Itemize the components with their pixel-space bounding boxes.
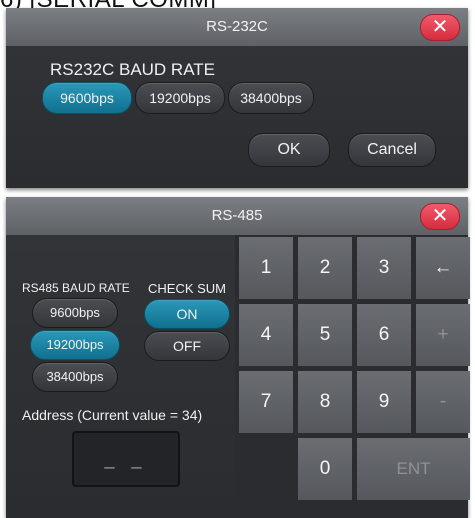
key-2[interactable]: 2 bbox=[298, 237, 352, 299]
backspace-key[interactable]: ← bbox=[416, 237, 470, 299]
rs232c-baud-rate-label: RS232C BAUD RATE bbox=[50, 60, 216, 79]
key-3[interactable]: 3 bbox=[357, 237, 411, 299]
rs485-baud-38400-button[interactable]: 38400bps bbox=[32, 362, 118, 392]
plus-key[interactable]: + bbox=[416, 304, 470, 366]
rs485-baud-rate-label: RS485 BAUD RATE bbox=[22, 281, 130, 295]
rs485-title: RS-485 bbox=[211, 207, 263, 224]
key-6[interactable]: 6 bbox=[357, 304, 411, 366]
key-0[interactable]: 0 bbox=[298, 438, 352, 500]
close-icon: ✕ bbox=[431, 205, 449, 227]
rs485-baud-19200-button[interactable]: 19200bps bbox=[30, 330, 120, 360]
rs485-dialog: RS-485 ✕ RS485 BAUD RATE 9600bps 19200bp… bbox=[6, 197, 470, 518]
address-label: Address (Current value = 34) bbox=[22, 407, 203, 423]
key-5[interactable]: 5 bbox=[298, 304, 352, 366]
rs485-titlebar: RS-485 ✕ bbox=[6, 197, 468, 235]
checksum-on-button[interactable]: ON bbox=[144, 299, 230, 329]
rs232c-baud-38400-button[interactable]: 38400bps bbox=[228, 82, 314, 114]
rs485-baud-9600-button[interactable]: 9600bps bbox=[32, 298, 118, 328]
rs232c-baud-19200-button[interactable]: 19200bps bbox=[135, 82, 225, 114]
cancel-button[interactable]: Cancel bbox=[348, 133, 436, 167]
minus-key[interactable]: - bbox=[416, 371, 470, 433]
ok-button[interactable]: OK bbox=[248, 133, 330, 167]
key-1[interactable]: 1 bbox=[239, 237, 293, 299]
rs232c-title: RS-232C bbox=[206, 18, 268, 35]
rs232c-baud-9600-button[interactable]: 9600bps bbox=[42, 82, 132, 114]
checksum-off-button[interactable]: OFF bbox=[144, 331, 230, 361]
close-icon: ✕ bbox=[431, 16, 449, 38]
numeric-keypad: 1 2 3 ← 4 5 6 + 7 8 9 - 0 ENT bbox=[235, 235, 470, 518]
rs485-close-button[interactable]: ✕ bbox=[420, 203, 460, 230]
rs232c-close-button[interactable]: ✕ bbox=[420, 14, 460, 41]
key-8[interactable]: 8 bbox=[298, 371, 352, 433]
section-heading: 6) [SERIAL COMM] bbox=[0, 0, 400, 13]
rs232c-dialog: RS-232C ✕ RS232C BAUD RATE 9600bps 19200… bbox=[6, 8, 468, 188]
address-input[interactable]: _ _ bbox=[72, 431, 180, 487]
key-9[interactable]: 9 bbox=[357, 371, 411, 433]
key-4[interactable]: 4 bbox=[239, 304, 293, 366]
enter-key[interactable]: ENT bbox=[357, 438, 470, 500]
checksum-label: CHECK SUM bbox=[148, 281, 227, 296]
rs232c-titlebar: RS-232C ✕ bbox=[6, 8, 468, 46]
key-7[interactable]: 7 bbox=[239, 371, 293, 433]
backspace-arrow-icon: ← bbox=[433, 257, 453, 278]
